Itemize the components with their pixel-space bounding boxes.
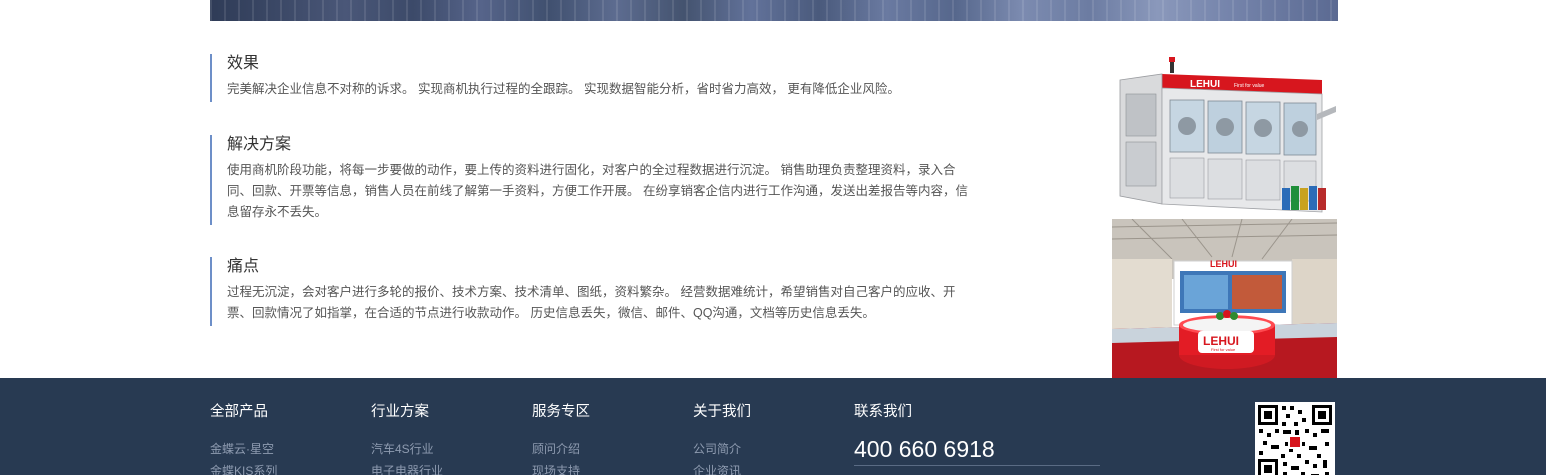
footer-link[interactable]: 顾问介绍 (532, 438, 590, 460)
qr-code-graphic (1255, 402, 1335, 475)
booth-sign-text: LEHUI (1210, 259, 1237, 269)
section-text-line: 使用商机阶段功能，将每一步要做的动作，要上传的资料进行固化，对客户的全过程数据进… (227, 163, 956, 177)
footer-column-services: 服务专区 顾问介绍 现场支持 (532, 402, 590, 475)
footer-link-list: 汽车4S行业 电子电器行业 (371, 438, 443, 475)
footer-column-about: 关于我们 公司简介 企业资讯 (693, 402, 751, 475)
section-effect: 效果 完美解决企业信息不对称的诉求。 实现商机执行过程的全跟踪。 实现数据智能分… (210, 54, 1000, 102)
footer-link-list: 顾问介绍 现场支持 (532, 438, 590, 475)
footer-column-title: 联系我们 (854, 404, 912, 420)
section-text-line: 息留存永不丢失。 (227, 205, 328, 219)
page: 效果 完美解决企业信息不对称的诉求。 实现商机执行过程的全跟踪。 实现数据智能分… (0, 0, 1546, 475)
footer-column-products: 全部产品 金蝶云·星空 金蝶KIS系列 (210, 402, 277, 475)
top-banner-image (210, 0, 1338, 21)
footer-link-list: 金蝶云·星空 金蝶KIS系列 (210, 438, 277, 475)
section-text-line: 票、回款情况了如指掌，在合适的节点进行收款动作。 历史信息丢失，微信、邮件、QQ… (227, 306, 875, 320)
machine-brand-text: LEHUI (1190, 79, 1220, 90)
section-text-line: 过程无沉淀，会对客户进行多轮的报价、技术方案、技术清单、图纸，资料繁杂。 经营数… (227, 285, 956, 299)
footer-link[interactable]: 金蝶云·星空 (210, 438, 277, 460)
exhibition-booth-image: LEHUI LEHUI First for value (1112, 219, 1337, 378)
footer-link[interactable]: 金蝶KIS系列 (210, 460, 277, 475)
section-text-line: 同、回款、开票等信息，销售人员在前线了解第一手资料，方便工作开展。 在纷享销客企… (227, 184, 968, 198)
site-footer: 全部产品 金蝶云·星空 金蝶KIS系列 行业方案 汽车4S行业 电子电器行业 服… (0, 378, 1546, 475)
booth-slogan-text: First for value (1211, 347, 1236, 352)
booth-illustration: LEHUI LEHUI First for value (1112, 219, 1337, 378)
footer-link[interactable]: 现场支持 (532, 460, 590, 475)
section-text: 完美解决企业信息不对称的诉求。 实现商机执行过程的全跟踪。 实现数据智能分析，省… (227, 82, 900, 96)
contact-phone-number[interactable]: 400 660 6918 (854, 434, 1100, 466)
footer-link-list: 公司简介 企业资讯 (693, 438, 751, 475)
booth-brand-text: LEHUI (1203, 334, 1239, 348)
footer-link[interactable]: 电子电器行业 (371, 460, 443, 475)
section-text: 过程无沉淀，会对客户进行多轮的报价、技术方案、技术清单、图纸，资料繁杂。 经营数… (227, 282, 1000, 324)
footer-column-title: 全部产品 (210, 404, 268, 420)
section-title: 效果 (227, 55, 260, 72)
section-title: 解决方案 (227, 136, 292, 153)
machine-illustration: LEHUI First for value (1119, 57, 1336, 213)
section-text: 使用商机阶段功能，将每一步要做的动作，要上传的资料进行固化，对客户的全过程数据进… (227, 160, 1000, 223)
machine-slogan-text: First for value (1234, 83, 1265, 89)
product-machine-image: LEHUI First for value (1112, 54, 1337, 217)
footer-column-solutions: 行业方案 汽车4S行业 电子电器行业 (371, 402, 443, 475)
footer-link[interactable]: 汽车4S行业 (371, 438, 443, 460)
footer-link[interactable]: 公司简介 (693, 438, 751, 460)
footer-link[interactable]: 企业资讯 (693, 460, 751, 475)
section-title: 痛点 (227, 258, 260, 275)
section-pain-points: 痛点 过程无沉淀，会对客户进行多轮的报价、技术方案、技术清单、图纸，资料繁杂。 … (210, 257, 1000, 326)
section-solution: 解决方案 使用商机阶段功能，将每一步要做的动作，要上传的资料进行固化，对客户的全… (210, 135, 1000, 225)
footer-column-title: 服务专区 (532, 404, 590, 420)
qr-code-icon (1255, 402, 1335, 475)
footer-column-contact: 联系我们 400 660 6918 (854, 402, 1100, 466)
footer-column-title: 行业方案 (371, 404, 429, 420)
footer-column-title: 关于我们 (693, 404, 751, 420)
